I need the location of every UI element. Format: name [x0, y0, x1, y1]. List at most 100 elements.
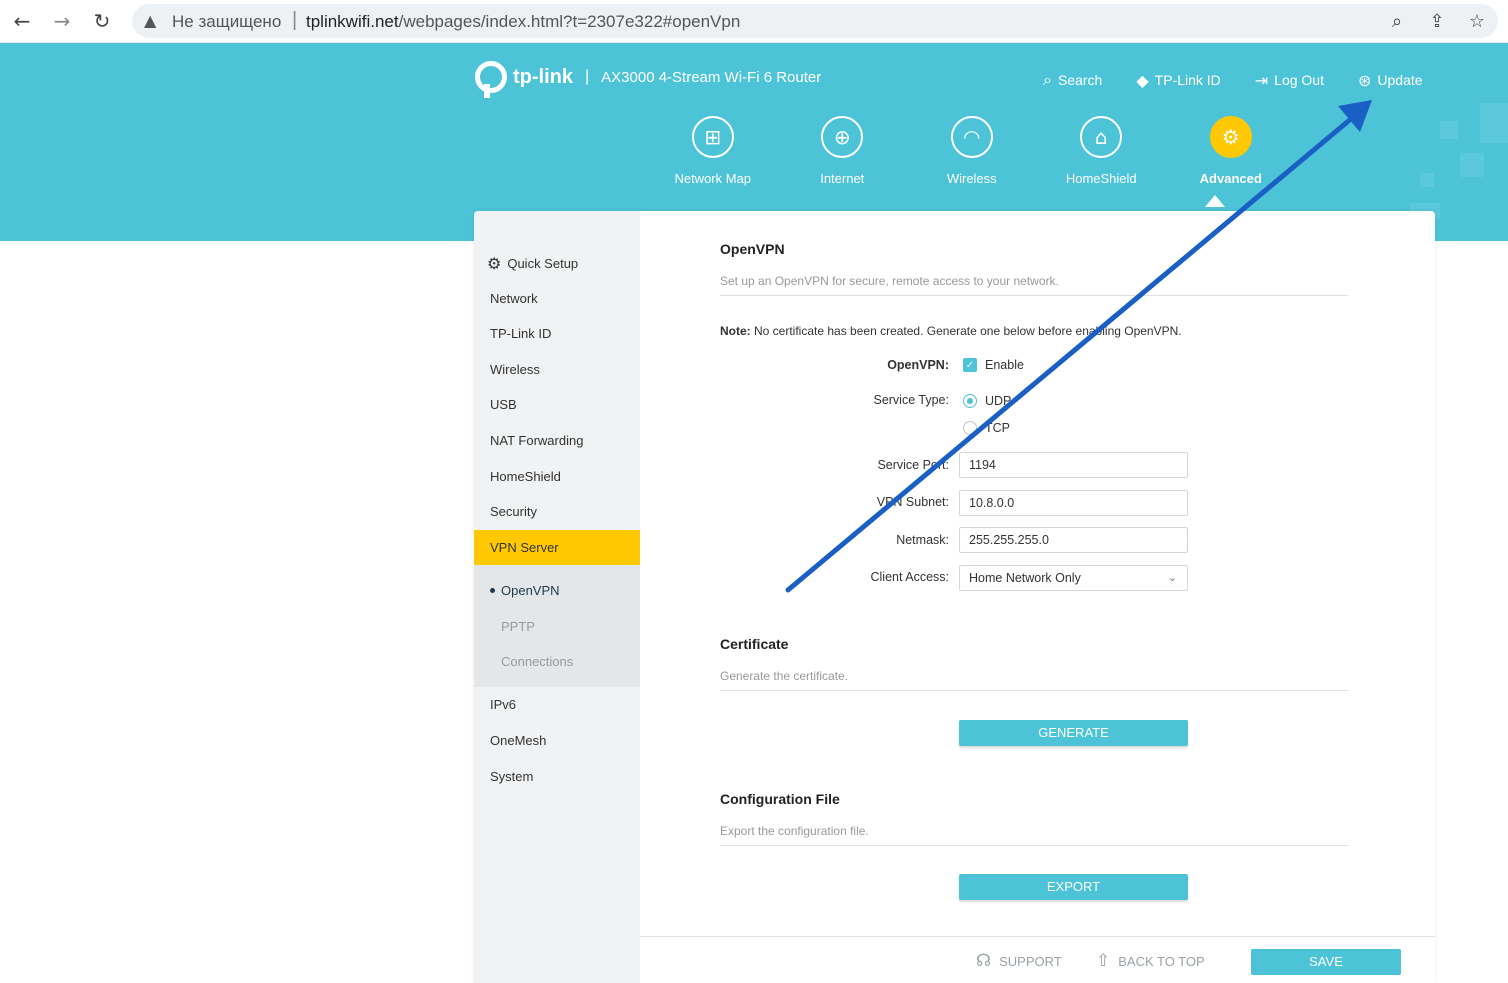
- insecure-label[interactable]: Не защищено: [172, 12, 281, 32]
- nav-label: Network Map: [674, 171, 752, 186]
- udp-radio[interactable]: [963, 394, 977, 408]
- config-file-title: Configuration File: [720, 791, 840, 807]
- sidebar: ⚙ Quick Setup Network TP-Link ID Wireles…: [474, 211, 640, 983]
- vpn-subnet-input[interactable]: 10.8.0.0: [959, 490, 1188, 516]
- enable-checkbox[interactable]: ✓: [963, 358, 977, 372]
- chevron-down-icon: ⌄: [1167, 571, 1177, 584]
- nav-label: Wireless: [946, 171, 997, 186]
- sidebar-item-ipv6[interactable]: IPv6: [490, 697, 516, 712]
- nav-advanced[interactable]: ⚙ Advanced: [1166, 116, 1296, 186]
- brand-name: tp-link: [513, 65, 573, 88]
- openvpn-title: OpenVPN: [720, 241, 785, 257]
- sidebar-item-security[interactable]: Security: [490, 504, 537, 519]
- share-icon[interactable]: ⇪: [1426, 10, 1448, 32]
- netmask-input[interactable]: 255.255.255.0: [959, 527, 1188, 553]
- nav-label: Advanced: [1199, 171, 1262, 186]
- vpn-subnav: OpenVPN PPTP Connections: [474, 565, 640, 687]
- home-shield-icon: ⌂: [1080, 116, 1123, 158]
- back-to-top-link[interactable]: ⇧ BACK TO TOP: [1096, 951, 1205, 971]
- tplink-id-label: TP-Link ID: [1154, 72, 1221, 88]
- warning-icon[interactable]: ▲: [144, 11, 156, 30]
- section-divider: [720, 845, 1348, 846]
- search-link[interactable]: ⌕ Search: [1043, 70, 1102, 90]
- back-icon[interactable]: ←: [9, 8, 35, 34]
- tplink-id-link[interactable]: ◆ TP-Link ID: [1136, 70, 1220, 90]
- reload-icon[interactable]: ↻: [89, 8, 115, 34]
- certificate-desc: Generate the certificate.: [720, 669, 849, 683]
- service-type-label: Service Type:: [873, 393, 949, 407]
- save-button[interactable]: SAVE: [1251, 949, 1401, 975]
- sidebar-item-network[interactable]: Network: [490, 291, 538, 306]
- vpn-subnet-label: VPN Subnet:: [876, 495, 949, 509]
- network-map-icon: ⊞: [691, 116, 734, 158]
- brand-separator: |: [585, 68, 590, 85]
- subnav-item-connections[interactable]: Connections: [501, 654, 573, 669]
- subnav-item-openvpn[interactable]: OpenVPN: [501, 583, 560, 598]
- nav-network-map[interactable]: ⊞ Network Map: [648, 116, 778, 186]
- main-content: OpenVPN Set up an OpenVPN for secure, re…: [640, 211, 1435, 983]
- sidebar-item-vpn-server[interactable]: VPN Server: [474, 530, 640, 565]
- tplink-id-icon: ◆: [1136, 70, 1149, 90]
- header-decoration: [1440, 121, 1458, 139]
- browser-toolbar: ← → ↻ ▲ Не защищено | tplinkwifi.net/web…: [0, 0, 1508, 43]
- openvpn-desc: Set up an OpenVPN for secure, remote acc…: [720, 274, 1059, 288]
- panel-footer: ☊ SUPPORT ⇧ BACK TO TOP SAVE: [640, 936, 1435, 983]
- forward-icon[interactable]: →: [49, 8, 75, 34]
- zoom-icon[interactable]: ⌕: [1386, 10, 1408, 32]
- brand-logo[interactable]: tp-link | AX3000 4-Stream Wi-Fi 6 Router: [475, 61, 822, 98]
- nav-internet[interactable]: ⊕ Internet: [778, 116, 908, 186]
- globe-icon: ⊕: [821, 116, 864, 158]
- udp-label[interactable]: UDP: [985, 394, 1011, 408]
- sidebar-item-tplink-id[interactable]: TP-Link ID: [490, 326, 551, 341]
- logout-link[interactable]: ⇥ Log Out: [1255, 70, 1324, 90]
- router-model: AX3000 4-Stream Wi-Fi 6 Router: [601, 68, 822, 86]
- note-text: No certificate has been created. Generat…: [750, 324, 1182, 338]
- certificate-note: Note: No certificate has been created. G…: [720, 324, 1182, 338]
- sidebar-item-wireless[interactable]: Wireless: [490, 362, 540, 377]
- gear-icon: ⚙: [1209, 116, 1252, 158]
- sidebar-item-homeshield[interactable]: HomeShield: [490, 469, 561, 484]
- service-port-input[interactable]: 1194: [959, 452, 1188, 478]
- export-button[interactable]: EXPORT: [959, 874, 1188, 900]
- address-url[interactable]: tplinkwifi.net/webpages/index.html?t=230…: [306, 12, 740, 32]
- client-access-value: Home Network Only: [969, 571, 1081, 585]
- config-file-desc: Export the configuration file.: [720, 824, 869, 838]
- arrow-up-circle-icon: ⇧: [1096, 951, 1111, 971]
- address-bar[interactable]: ▲ Не защищено | tplinkwifi.net/webpages/…: [132, 4, 1498, 38]
- section-divider: [720, 295, 1348, 296]
- sidebar-item-onemesh[interactable]: OneMesh: [490, 733, 546, 748]
- url-path: /webpages/index.html?t=2307e322#openVpn: [398, 12, 741, 31]
- logout-label: Log Out: [1274, 72, 1324, 88]
- client-access-select[interactable]: Home Network Only ⌄: [959, 565, 1188, 591]
- wifi-icon: ◠: [950, 116, 993, 158]
- support-link[interactable]: ☊ SUPPORT: [976, 951, 1062, 971]
- subnav-item-pptp[interactable]: PPTP: [501, 619, 535, 634]
- note-bold: Note:: [720, 324, 751, 338]
- nav-homeshield[interactable]: ⌂ HomeShield: [1037, 116, 1167, 186]
- section-divider: [720, 690, 1348, 691]
- service-port-label: Service Port:: [877, 458, 949, 472]
- update-link[interactable]: ⊛ Update: [1358, 70, 1423, 90]
- tcp-label[interactable]: TCP: [985, 421, 1010, 435]
- nav-wireless[interactable]: ◠ Wireless: [907, 116, 1037, 186]
- active-dot: [490, 588, 495, 593]
- enable-label[interactable]: Enable: [985, 358, 1024, 372]
- header-decoration: [1420, 173, 1434, 187]
- certificate-title: Certificate: [720, 636, 789, 652]
- sidebar-item-label: VPN Server: [490, 540, 559, 555]
- update-label: Update: [1377, 72, 1423, 88]
- generate-button[interactable]: GENERATE: [959, 720, 1188, 746]
- nav-label: HomeShield: [1065, 171, 1137, 186]
- sidebar-item-system[interactable]: System: [490, 769, 533, 784]
- sidebar-item-usb[interactable]: USB: [490, 397, 517, 412]
- openvpn-label: OpenVPN:: [887, 358, 949, 372]
- tcp-radio[interactable]: [963, 421, 977, 435]
- address-separator: |: [292, 9, 298, 31]
- support-label: SUPPORT: [999, 953, 1062, 969]
- nav-label: Internet: [820, 171, 865, 186]
- tplink-logo-icon: [475, 61, 507, 98]
- sidebar-item-nat-forwarding[interactable]: NAT Forwarding: [490, 433, 583, 448]
- back-to-top-label: BACK TO TOP: [1118, 953, 1205, 969]
- star-icon[interactable]: ☆: [1466, 10, 1488, 32]
- sidebar-item-quick-setup[interactable]: ⚙ Quick Setup: [487, 254, 578, 273]
